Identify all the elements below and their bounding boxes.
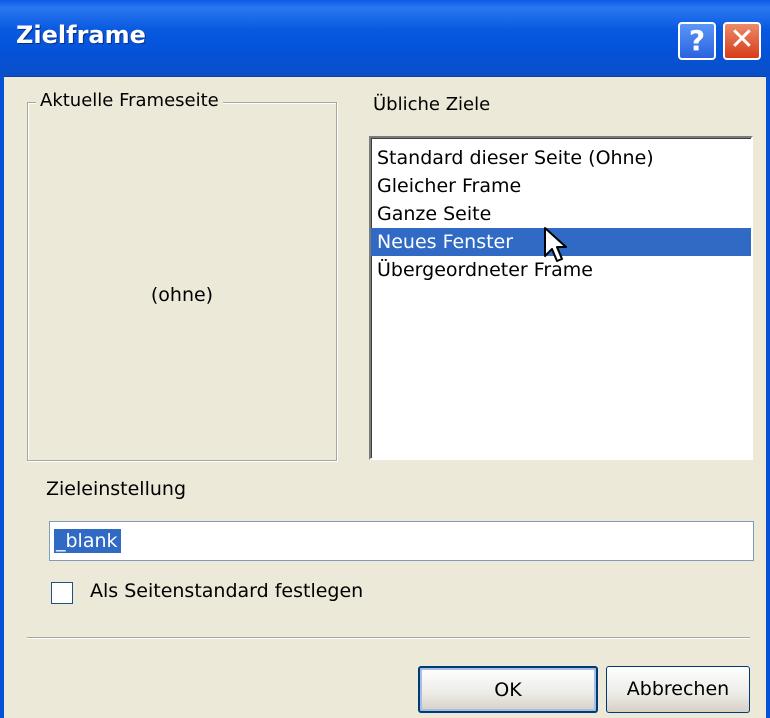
page-default-checkbox[interactable] <box>51 582 73 604</box>
help-icon: ? <box>688 24 706 57</box>
separator <box>27 637 750 639</box>
window-border-left <box>0 76 4 718</box>
common-targets-listbox[interactable]: Standard dieser Seite (Ohne) Gleicher Fr… <box>369 136 753 460</box>
page-default-label[interactable]: Als Seitenstandard festlegen <box>90 580 363 602</box>
mouse-cursor-icon <box>544 227 567 262</box>
list-item-standard[interactable]: Standard dieser Seite (Ohne) <box>371 144 751 172</box>
target-setting-input[interactable]: _blank <box>49 521 754 561</box>
cancel-button[interactable]: Abbrechen <box>606 666 750 713</box>
dialog-window: Zielframe ? ✕ Aktuelle Frameseite (ohne)… <box>0 0 770 718</box>
current-frame-legend: Aktuelle Frameseite <box>36 90 223 111</box>
ok-button[interactable]: OK <box>418 666 598 713</box>
close-button[interactable]: ✕ <box>723 22 761 60</box>
title-bar[interactable]: Zielframe ? ✕ <box>0 0 770 77</box>
target-setting-label: Zieleinstellung <box>46 478 187 500</box>
help-button[interactable]: ? <box>678 22 716 60</box>
target-setting-value: _blank <box>54 529 121 553</box>
list-item-same-frame[interactable]: Gleicher Frame <box>371 172 751 200</box>
window-border-right <box>766 76 770 718</box>
close-icon: ✕ <box>729 22 755 57</box>
list-item-whole-page[interactable]: Ganze Seite <box>371 200 751 228</box>
dialog-title: Zielframe <box>16 21 146 49</box>
current-frame-value: (ohne) <box>150 284 214 306</box>
common-targets-label: Übliche Ziele <box>373 94 491 115</box>
current-frame-groupbox <box>27 102 337 461</box>
